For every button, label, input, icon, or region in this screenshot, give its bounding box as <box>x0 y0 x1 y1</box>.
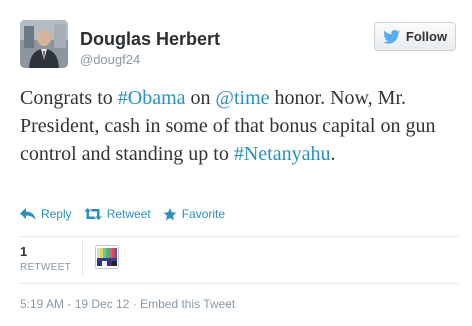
embed-tweet-link[interactable]: Embed this Tweet <box>140 297 235 311</box>
reply-label: Reply <box>41 207 72 221</box>
footer-separator: · <box>132 297 137 311</box>
retweeter-avatar[interactable] <box>95 245 119 269</box>
retweet-button[interactable]: Retweet <box>83 207 151 221</box>
follow-button[interactable]: Follow <box>374 22 456 51</box>
stats-separator <box>82 240 83 276</box>
retweet-count-label: RETWEET <box>20 262 71 273</box>
user-display-name[interactable]: Douglas Herbert <box>80 29 220 50</box>
reply-button[interactable]: Reply <box>20 207 72 221</box>
tweet-footer: 5:19 AM - 19 Dec 12 · Embed this Tweet <box>20 297 235 311</box>
divider <box>20 236 458 237</box>
tweet-actions: Reply Retweet Favorite <box>20 207 237 221</box>
favorite-button[interactable]: Favorite <box>163 207 225 221</box>
favorite-label: Favorite <box>181 207 226 221</box>
hashtag-obama-link[interactable]: #Obama <box>118 87 186 109</box>
tweet-text: Congrats to #Obama on @time honor. Now, … <box>20 84 460 168</box>
tweet-timestamp[interactable]: 5:19 AM - 19 Dec 12 <box>20 297 129 311</box>
avatar-photo <box>20 20 68 68</box>
tweet-text-segment: Congrats to <box>20 87 118 109</box>
retweeter-avatar-image <box>96 246 118 268</box>
follow-button-label: Follow <box>405 29 448 44</box>
user-avatar[interactable] <box>20 20 68 68</box>
retweet-icon <box>83 208 102 220</box>
divider <box>20 283 458 284</box>
user-handle[interactable]: @dougf24 <box>80 52 140 67</box>
retweet-count[interactable]: 1 <box>20 244 27 259</box>
mention-time-link[interactable]: @time <box>216 87 270 109</box>
retweet-label: Retweet <box>106 207 151 221</box>
favorite-star-icon <box>163 207 177 220</box>
tweet-text-segment: on <box>185 87 216 109</box>
hashtag-netanyahu-link[interactable]: #Netanyahu <box>234 143 331 165</box>
tweet-card: Douglas Herbert @dougf24 Follow Congrats… <box>0 0 472 326</box>
twitter-bird-icon <box>383 29 400 44</box>
reply-icon <box>20 208 36 220</box>
tweet-text-segment: . <box>330 143 336 165</box>
